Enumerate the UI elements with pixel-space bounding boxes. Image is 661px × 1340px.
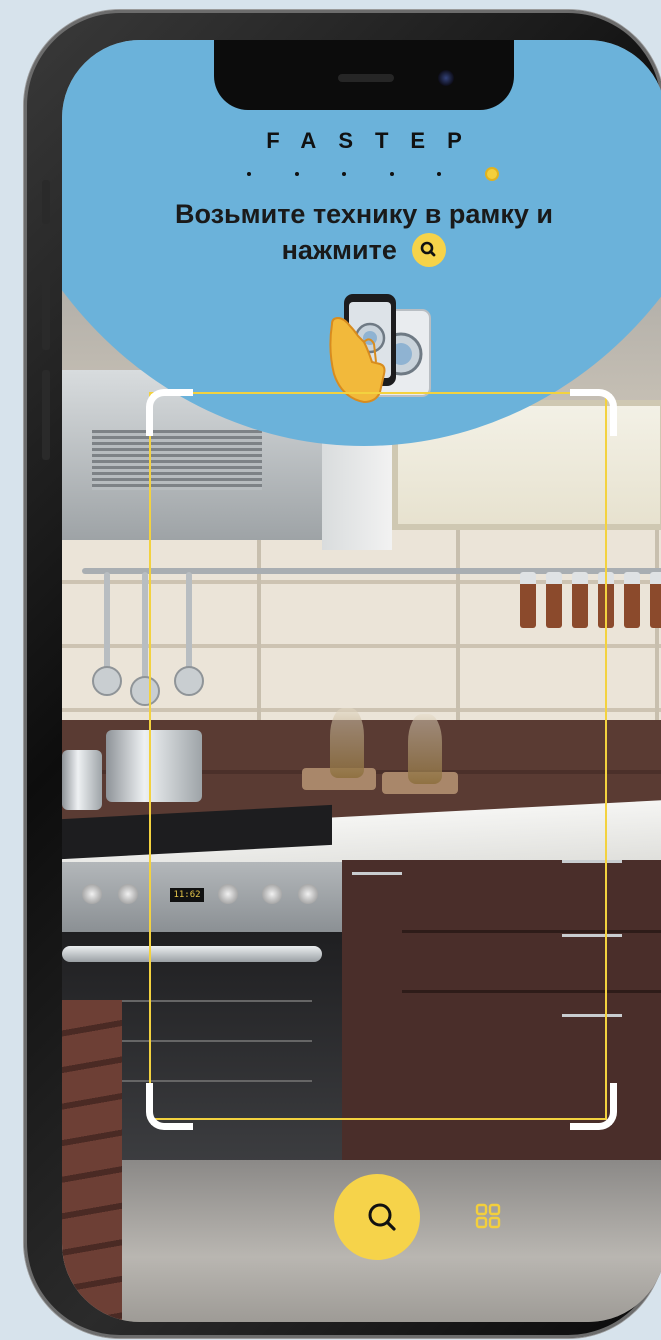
spice-jar [650, 572, 661, 628]
utensil [104, 572, 110, 672]
logo-dot [437, 172, 442, 176]
cooking-pot [62, 750, 102, 810]
search-icon [412, 232, 447, 267]
scan-frame-corner-bottom-right [570, 1083, 617, 1130]
grid-icon [475, 1203, 501, 1229]
instruction-line-2-text: нажмите [281, 235, 397, 265]
utensil [142, 572, 148, 682]
ladle [92, 666, 122, 696]
scan-frame [149, 392, 607, 1120]
gallery-grid-button[interactable] [474, 1202, 502, 1230]
search-icon [368, 1203, 396, 1231]
volume-down-button [42, 370, 50, 460]
logo-dot [294, 172, 299, 176]
instruction-line-1: Возьмите технику в рамку и [174, 199, 553, 229]
volume-up-button [42, 260, 50, 350]
logo-dots [247, 167, 499, 181]
chair [62, 1000, 122, 1322]
front-camera [438, 70, 454, 86]
oven-knob [82, 884, 102, 904]
earpiece-speaker [338, 74, 394, 82]
instruction-line-2: нажмите [62, 232, 661, 269]
scan-frame-corner-top-right [570, 389, 617, 436]
scan-frame-corner-bottom-left [146, 1083, 193, 1130]
screen: 11:62 FASTEP Возьмите технику в рамку и … [62, 40, 661, 1322]
oven-knob [118, 884, 138, 904]
mute-switch [42, 180, 50, 224]
scan-button[interactable] [334, 1174, 420, 1260]
phone-frame: 11:62 FASTEP Возьмите технику в рамку и … [24, 10, 661, 1338]
brand-logo: FASTEP [266, 128, 484, 153]
logo-accent-dot [484, 167, 499, 181]
instruction-text: Возьмите технику в рамку и нажмите [62, 196, 661, 269]
logo-dot [389, 172, 394, 176]
logo-dot [247, 172, 251, 176]
scan-frame-corner-top-left [146, 389, 193, 436]
logo-dot [342, 172, 347, 176]
spice-jar [624, 572, 640, 628]
